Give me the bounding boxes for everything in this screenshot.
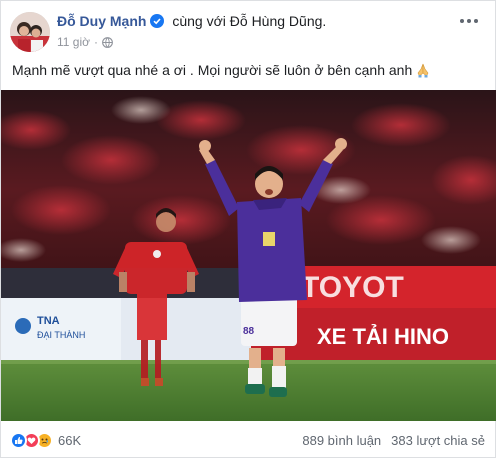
post-stats: 889 bình luận 383 lượt chia sẻ (302, 433, 485, 448)
folded-hands-emoji-icon (417, 63, 429, 78)
post-meta: 11 giờ · (57, 35, 113, 49)
like-icon (10, 432, 27, 449)
reaction-count: 66K (58, 433, 82, 448)
post-timestamp[interactable]: 11 giờ (57, 35, 90, 49)
reactions-summary[interactable]: 66K (10, 432, 81, 449)
avatar-image (10, 12, 50, 52)
tagged-person-link[interactable]: Đỗ Hùng Dũng. (230, 13, 327, 29)
author-avatar[interactable] (10, 12, 50, 52)
post-footer: 66K 889 bình luận 383 lượt chia sẻ (1, 421, 496, 458)
with-text: cùng với (172, 13, 226, 29)
shares-count-link[interactable]: 383 lượt chia sẻ (391, 433, 485, 448)
post-photo[interactable]: TNA ĐẠI THÀNH TOYOT XE TẢI HINO 88 (1, 90, 496, 421)
photo-image: TNA ĐẠI THÀNH TOYOT XE TẢI HINO 88 (1, 90, 496, 421)
jersey-number: 88 (243, 326, 255, 337)
billboard-left-line2: ĐẠI THÀNH (37, 330, 85, 340)
post-message: Mạnh mẽ vượt qua nhé a ơi . Mọi người sẽ… (12, 62, 413, 78)
billboard-left-line1: TNA (37, 315, 60, 327)
comments-count-link[interactable]: 889 bình luận (302, 433, 381, 448)
author-name-link[interactable]: Đỗ Duy Mạnh (57, 13, 146, 29)
globe-icon[interactable] (102, 36, 113, 48)
facebook-post: Đỗ Duy Mạnh cùng với Đỗ Hùng Dũng. 11 gi… (0, 0, 496, 458)
billboard-right-top: TOYOT (301, 271, 404, 304)
post-text: Mạnh mẽ vượt qua nhé a ơi . Mọi người sẽ… (12, 61, 431, 79)
billboard-right-bottom: XE TẢI HINO (317, 324, 449, 349)
verified-badge-icon (150, 14, 165, 28)
author-line: Đỗ Duy Mạnh cùng với Đỗ Hùng Dũng. (57, 13, 326, 29)
more-options-icon[interactable] (457, 13, 481, 29)
